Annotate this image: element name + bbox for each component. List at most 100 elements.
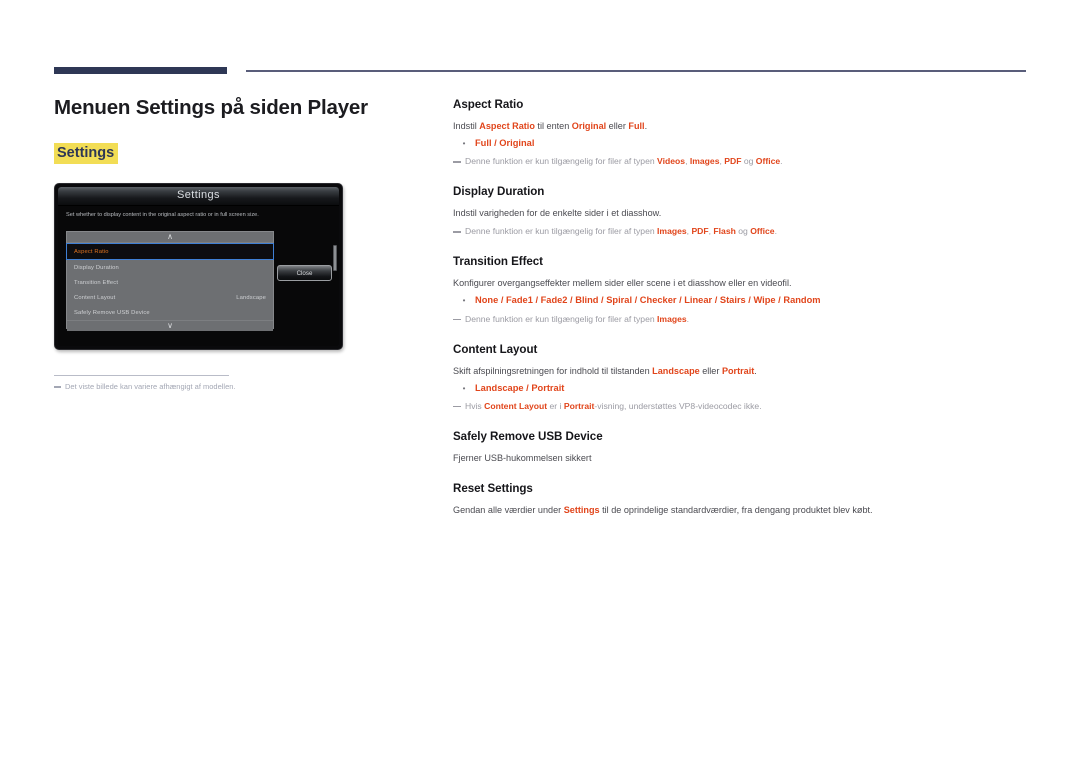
- body-text-run: .: [754, 365, 757, 376]
- left-column: Menuen Settings på siden Player Settings: [54, 96, 424, 165]
- emphasis-term: Portrait: [721, 365, 755, 376]
- body-text-run: eller: [699, 365, 722, 376]
- osd-menu-item[interactable]: Transition Effect: [67, 275, 273, 290]
- option-bullet: • Landscape / Portrait: [453, 383, 1033, 394]
- emphasis-term: Content Layout: [484, 400, 548, 411]
- body-text-run: Konfigurer overgangseffekter mellem side…: [453, 278, 792, 289]
- device-mockup: Settings Set whether to display content …: [54, 183, 343, 350]
- section-note: Denne funktion er kun tilgængelig for fi…: [453, 225, 1033, 238]
- dash-marker-icon: [453, 161, 461, 163]
- section-heading: Reset Settings: [453, 481, 533, 495]
- osd-close-button[interactable]: Close: [277, 265, 332, 281]
- section-highlight-heading: Settings: [54, 142, 119, 165]
- osd-scroll-down-row[interactable]: ∨: [67, 320, 273, 331]
- body-text-run: Gendan alle værdier under: [453, 504, 564, 515]
- section-body-text: Fjerner USB-hukommelsen sikkert: [453, 452, 1033, 465]
- osd-title: Settings: [177, 189, 220, 201]
- osd-menu-item[interactable]: Safely Remove USB Device: [67, 305, 273, 320]
- osd-menu-item-label: Safely Remove USB Device: [74, 309, 150, 316]
- section-note: Denne funktion er kun tilgængelig for fi…: [453, 313, 1033, 326]
- option-bullet: • Full / Original: [453, 138, 1033, 149]
- emphasis-term: Aspect Ratio: [479, 121, 535, 131]
- chevron-up-icon: ∧: [167, 232, 173, 241]
- section-note: Denne funktion er kun tilgængelig for fi…: [453, 155, 1033, 168]
- figure-caption: Det viste billede kan variere afhængigt …: [54, 381, 394, 392]
- content-section: Content Layout Skift afspilningsretningen…: [453, 343, 1033, 413]
- note-text-run: og: [741, 156, 756, 167]
- emphasis-term: Settings: [563, 504, 600, 515]
- section-note-text: Denne funktion er kun tilgængelig for fi…: [465, 225, 777, 238]
- body-text-run: Indstil varigheden for de enkelte sider …: [453, 208, 662, 219]
- bullet-dot-icon: •: [462, 296, 466, 306]
- section-body-text: Gendan alle værdier under Settings til d…: [453, 504, 1033, 517]
- body-text-run: eller: [606, 121, 629, 131]
- dash-marker-icon: [453, 405, 461, 408]
- emphasis-term: Images: [657, 226, 687, 237]
- note-text-run: Hvis: [465, 400, 485, 411]
- section-heading: Aspect Ratio: [453, 98, 524, 111]
- emphasis-term: Landscape: [652, 365, 700, 376]
- caption-rule: [54, 375, 229, 376]
- emphasis-term: Images: [689, 156, 720, 167]
- section-heading: Transition Effect: [453, 255, 543, 269]
- page-title: Menuen Settings på siden Player: [54, 96, 368, 119]
- right-column: Aspect Ratio Indstil Aspect Ratio til ent…: [453, 98, 1033, 522]
- section-note-text: Denne funktion er kun tilgængelig for fi…: [465, 155, 783, 168]
- option-bullet-text: None / Fade1 / Fade2 / Blind / Spiral / …: [475, 295, 821, 306]
- note-text-run: .: [774, 226, 777, 237]
- emphasis-term: Original: [571, 121, 607, 131]
- osd-menu-item-label: Content Layout: [74, 294, 116, 301]
- figure-caption-text: Det viste billede kan variere afhængigt …: [65, 382, 236, 391]
- body-text-run: .: [644, 121, 648, 131]
- note-text-run: Denne funktion er kun tilgængelig for fi…: [465, 226, 658, 237]
- chevron-down-icon: ∨: [167, 321, 173, 330]
- section-body-text: Indstil varigheden for de enkelte sider …: [453, 207, 1033, 220]
- osd-items-container: Aspect Ratio Display Duration Transition E…: [66, 243, 274, 320]
- body-text-run: til enten: [534, 121, 572, 131]
- option-bullet-text: Full / Original: [475, 138, 535, 149]
- header-rule-thin: [246, 70, 1026, 72]
- body-text-run: Indstil: [453, 121, 480, 131]
- note-text-run: Denne funktion er kun tilgængelig for fi…: [465, 156, 658, 167]
- body-text-run: Fjerner USB-hukommelsen sikkert: [453, 452, 592, 463]
- emphasis-term: PDF: [724, 156, 742, 167]
- osd-menu-item[interactable]: Content Layout Landscape: [67, 290, 273, 305]
- dash-marker-icon: [453, 231, 461, 233]
- bullet-dot-icon: •: [462, 383, 466, 393]
- section-body-text: Indstil Aspect Ratio til enten Original …: [453, 120, 1033, 133]
- device-screen: Settings Set whether to display content …: [58, 187, 339, 346]
- section-note-text: Denne funktion er kun tilgængelig for fi…: [465, 313, 689, 326]
- osd-menu-item[interactable]: Display Duration: [67, 260, 273, 275]
- section-body-text: Konfigurer overgangseffekter mellem side…: [453, 277, 1033, 290]
- content-section: Transition Effect Konfigurer overgangseff…: [453, 255, 1033, 325]
- osd-title-bar: Settings: [58, 187, 339, 206]
- bullet-dot-icon: •: [462, 139, 466, 149]
- content-section: Aspect Ratio Indstil Aspect Ratio til ent…: [453, 98, 1033, 168]
- osd-menu-item-value: Landscape: [236, 294, 266, 301]
- osd-scroll-up-row[interactable]: ∧: [67, 232, 273, 243]
- dash-marker-icon: [54, 386, 61, 388]
- emphasis-term: PDF: [691, 226, 709, 237]
- section-heading: Safely Remove USB Device: [453, 429, 603, 443]
- emphasis-term: Office: [755, 156, 781, 167]
- osd-menu-item-label: Display Duration: [74, 264, 119, 271]
- note-text-run: .: [686, 313, 690, 324]
- osd-menu-item-label: Transition Effect: [74, 279, 119, 286]
- section-heading: Display Duration: [453, 185, 545, 199]
- dash-marker-icon: [453, 318, 461, 321]
- osd-scrollbar-thumb[interactable]: [333, 245, 337, 271]
- content-section: Display Duration Indstil varigheden for d…: [453, 185, 1033, 238]
- osd-menu-item[interactable]: Aspect Ratio: [66, 243, 274, 260]
- emphasis-term: Flash: [713, 226, 736, 237]
- document-page: Menuen Settings på siden Player Settings…: [0, 0, 1080, 763]
- note-text-run: .: [780, 156, 783, 167]
- emphasis-term: Portrait: [563, 400, 595, 411]
- osd-description: Set whether to display content in the or…: [66, 212, 259, 218]
- body-text-run: Skift afspilningsretningen for indhold t…: [453, 365, 653, 376]
- osd-menu-list[interactable]: ∧ Aspect Ratio Display Duration Transition…: [66, 231, 274, 331]
- note-text-run: -visning, understøttes VP8-videocodec ik…: [594, 400, 762, 411]
- note-text-run: Denne funktion er kun tilgængelig for fi…: [465, 313, 658, 324]
- osd-menu-item-label: Aspect Ratio: [74, 248, 109, 255]
- section-heading: Content Layout: [453, 342, 538, 356]
- section-note-text: Hvis Content Layout er i Portrait-visnin…: [465, 400, 762, 413]
